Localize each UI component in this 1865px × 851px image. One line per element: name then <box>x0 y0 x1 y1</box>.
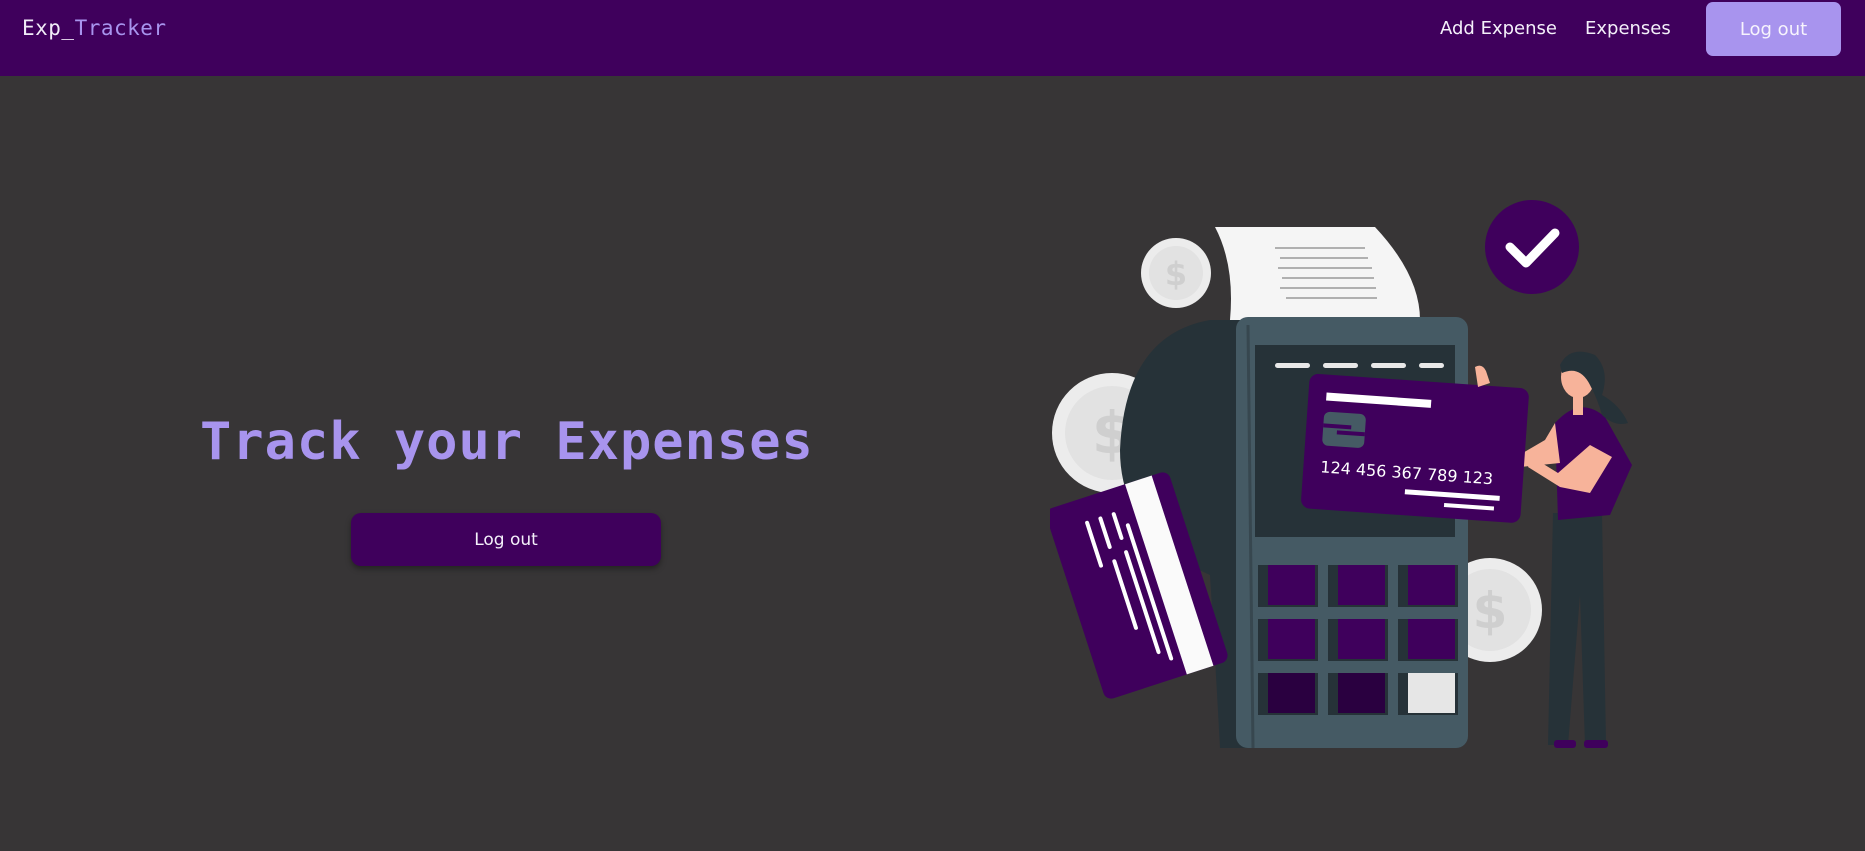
woman-figure <box>1516 351 1632 748</box>
brand-prefix: Exp_ <box>22 16 75 40</box>
nav-expenses-link[interactable]: Expenses <box>1585 18 1671 39</box>
nav-add-expense-link[interactable]: Add Expense <box>1440 18 1557 39</box>
svg-text:$: $ <box>1165 255 1187 293</box>
brand-suffix: Tracker <box>74 16 167 40</box>
navbar: Exp_Tracker Add Expense Expenses Log out <box>0 0 1865 76</box>
payment-illustration: $ $ $ 124 456 367 789 123 <box>1050 200 1632 749</box>
svg-text:$: $ <box>1473 582 1508 640</box>
coin-icon-top: $ <box>1141 238 1211 308</box>
receipt-paper <box>1215 227 1420 320</box>
terminal-keypad <box>1258 565 1458 715</box>
check-icon <box>1485 200 1579 294</box>
nav-logout-button[interactable]: Log out <box>1706 2 1841 56</box>
hero-title: Track your Expenses <box>200 412 814 472</box>
hero-logout-button[interactable]: Log out <box>351 513 661 566</box>
brand-logo[interactable]: Exp_Tracker <box>22 16 167 40</box>
credit-card-front: 124 456 367 789 123 <box>1301 373 1529 523</box>
